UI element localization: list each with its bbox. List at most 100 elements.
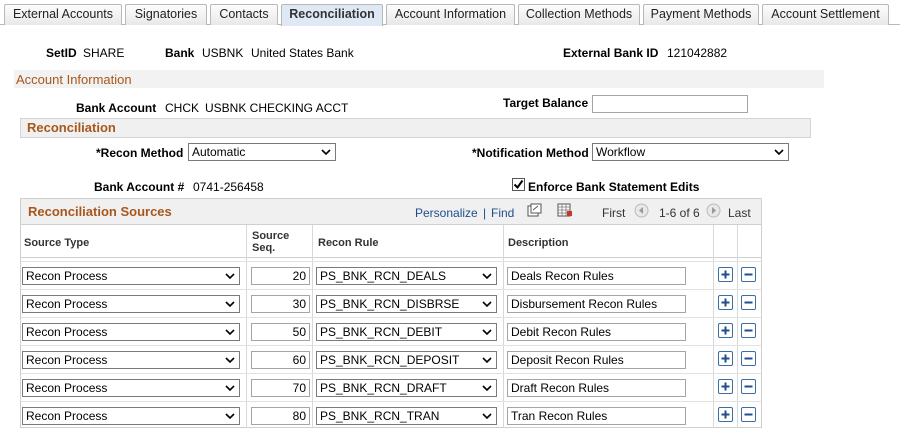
download-grid-icon[interactable] bbox=[557, 203, 573, 217]
chevron-down-icon bbox=[482, 357, 492, 364]
add-row-button[interactable] bbox=[718, 323, 733, 338]
recon-rule-select[interactable]: PS_BNK_RCN_DRAFT bbox=[316, 379, 497, 397]
source-type-select[interactable]: Recon Process bbox=[22, 267, 240, 285]
setid-label: SetID bbox=[46, 46, 77, 60]
personalize-link[interactable]: Personalize bbox=[415, 206, 478, 220]
row-divider bbox=[21, 261, 761, 262]
notification-method-label: *Notification Method bbox=[472, 146, 589, 160]
account-info-title: Account Information bbox=[16, 72, 132, 87]
add-row-button[interactable] bbox=[718, 351, 733, 366]
bank-account-name: USBNK CHECKING ACCT bbox=[205, 101, 349, 115]
recon-rule-value: PS_BNK_RCN_DEBIT bbox=[320, 325, 443, 339]
chevron-down-icon bbox=[482, 385, 492, 392]
target-balance-label: Target Balance bbox=[503, 96, 589, 110]
delete-row-button[interactable] bbox=[741, 323, 756, 338]
source-type-select[interactable]: Recon Process bbox=[22, 351, 240, 369]
recon-rule-value: PS_BNK_RCN_DEPOSIT bbox=[320, 353, 460, 367]
first-label: First bbox=[602, 206, 626, 220]
plus-icon bbox=[721, 270, 730, 279]
bank-label: Bank bbox=[165, 46, 195, 60]
source-type-value: Recon Process bbox=[26, 409, 108, 423]
tab-contacts[interactable]: Contacts bbox=[210, 4, 278, 25]
setid-value: SHARE bbox=[83, 46, 125, 60]
source-type-select[interactable]: Recon Process bbox=[22, 407, 240, 425]
nav-separator: | bbox=[483, 206, 487, 220]
delete-row-button[interactable] bbox=[741, 407, 756, 422]
col-source-seq-line2: Seq. bbox=[252, 242, 276, 254]
tab-account-settlement[interactable]: Account Settlement bbox=[762, 4, 889, 25]
sources-title: Reconciliation Sources bbox=[28, 204, 172, 219]
add-row-button[interactable] bbox=[718, 267, 733, 282]
add-row-button[interactable] bbox=[718, 407, 733, 422]
recon-rule-select[interactable]: PS_BNK_RCN_DEPOSIT bbox=[316, 351, 497, 369]
row-divider bbox=[21, 401, 761, 402]
tab-strip: External Accounts Signatories Contacts R… bbox=[0, 0, 900, 27]
view-all-icon[interactable] bbox=[527, 203, 542, 217]
description-input[interactable]: Draft Recon Rules bbox=[507, 379, 686, 397]
chevron-down-icon bbox=[482, 273, 492, 280]
delete-row-button[interactable] bbox=[741, 379, 756, 394]
chevron-down-icon bbox=[482, 329, 492, 336]
recon-method-label: *Recon Method bbox=[96, 146, 184, 160]
previous-icon[interactable] bbox=[634, 203, 649, 218]
recon-rule-select[interactable]: PS_BNK_RCN_DEALS bbox=[316, 267, 497, 285]
recon-rule-select[interactable]: PS_BNK_RCN_DISBRSE bbox=[316, 295, 497, 313]
description-input[interactable]: Deals Recon Rules bbox=[507, 267, 686, 285]
notification-method-select[interactable]: Workflow bbox=[592, 143, 789, 161]
bank-account-code: CHCK bbox=[165, 101, 200, 115]
tab-collection-methods[interactable]: Collection Methods bbox=[518, 4, 640, 25]
source-type-select[interactable]: Recon Process bbox=[22, 323, 240, 341]
source-type-select[interactable]: Recon Process bbox=[22, 379, 240, 397]
minus-icon bbox=[744, 357, 753, 360]
add-row-button[interactable] bbox=[718, 379, 733, 394]
description-input[interactable]: Disbursement Recon Rules bbox=[507, 295, 686, 313]
recon-rule-select[interactable]: PS_BNK_RCN_TRAN bbox=[316, 407, 497, 425]
source-seq-input[interactable]: 70 bbox=[251, 379, 310, 397]
col-divider bbox=[246, 225, 247, 428]
next-icon[interactable] bbox=[706, 203, 721, 218]
chevron-down-icon bbox=[225, 357, 235, 364]
chevron-down-icon bbox=[482, 301, 492, 308]
source-seq-input[interactable]: 50 bbox=[251, 323, 310, 341]
delete-row-button[interactable] bbox=[741, 295, 756, 310]
row-divider bbox=[21, 373, 761, 374]
col-divider bbox=[503, 225, 504, 428]
tab-payment-methods[interactable]: Payment Methods bbox=[643, 4, 759, 25]
description-input[interactable]: Deposit Recon Rules bbox=[507, 351, 686, 369]
description-input[interactable]: Tran Recon Rules bbox=[507, 407, 686, 425]
source-seq-input[interactable]: 80 bbox=[251, 407, 310, 425]
recon-method-select[interactable]: Automatic bbox=[188, 143, 336, 161]
source-type-select[interactable]: Recon Process bbox=[22, 295, 240, 313]
source-seq-input[interactable]: 20 bbox=[251, 267, 310, 285]
tab-account-information[interactable]: Account Information bbox=[386, 4, 515, 25]
reconciliation-title: Reconciliation bbox=[27, 120, 116, 135]
add-row-button[interactable] bbox=[718, 295, 733, 310]
bank-account-number-value: 0741-256458 bbox=[193, 180, 264, 194]
enforce-edits-checkbox[interactable] bbox=[512, 178, 525, 191]
plus-icon bbox=[721, 382, 730, 391]
sources-column-headers bbox=[21, 224, 761, 258]
col-source-seq-line1: Source bbox=[252, 230, 290, 242]
target-balance-input[interactable] bbox=[592, 95, 748, 113]
col-divider bbox=[713, 225, 714, 428]
external-bank-id-label: External Bank ID bbox=[563, 46, 659, 60]
plus-icon bbox=[721, 326, 730, 335]
minus-icon bbox=[744, 273, 753, 276]
tab-signatories[interactable]: Signatories bbox=[125, 4, 207, 25]
minus-icon bbox=[744, 413, 753, 416]
recon-rule-value: PS_BNK_RCN_TRAN bbox=[320, 409, 440, 423]
find-link[interactable]: Find bbox=[491, 206, 514, 220]
tab-reconciliation[interactable]: Reconciliation bbox=[281, 4, 383, 26]
source-seq-input[interactable]: 60 bbox=[251, 351, 310, 369]
chevron-down-icon bbox=[225, 301, 235, 308]
description-input[interactable]: Debit Recon Rules bbox=[507, 323, 686, 341]
source-seq-input[interactable]: 30 bbox=[251, 295, 310, 313]
delete-row-button[interactable] bbox=[741, 267, 756, 282]
last-label: Last bbox=[728, 206, 751, 220]
tab-external-accounts[interactable]: External Accounts bbox=[4, 4, 122, 25]
col-recon-rule: Recon Rule bbox=[318, 237, 379, 249]
col-divider bbox=[737, 225, 738, 428]
bank-code: USBNK bbox=[202, 46, 244, 60]
delete-row-button[interactable] bbox=[741, 351, 756, 366]
recon-rule-select[interactable]: PS_BNK_RCN_DEBIT bbox=[316, 323, 497, 341]
